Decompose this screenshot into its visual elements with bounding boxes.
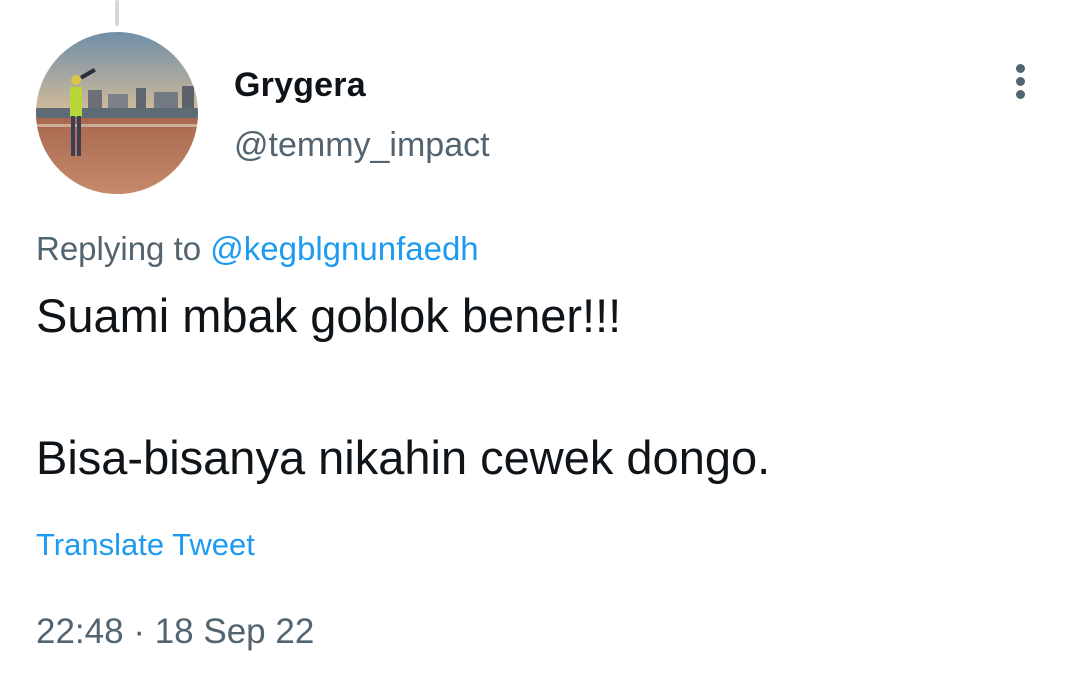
tweet-text-paragraph: Bisa-bisanya nikahin cewek dongo.	[36, 431, 771, 484]
translate-tweet-link[interactable]: Translate Tweet	[36, 527, 255, 563]
replying-to-line: Replying to @kegblgnunfaedh	[36, 230, 479, 268]
author-handle[interactable]: @temmy_impact	[234, 126, 490, 165]
more-vertical-icon-dot	[1016, 77, 1025, 86]
avatar[interactable]	[36, 32, 198, 194]
replying-to-label: Replying to	[36, 230, 202, 267]
tweet-text: Suami mbak goblok bener!!! Bisa-bisanya …	[36, 286, 770, 488]
timestamp-separator: ·	[133, 612, 145, 651]
timestamp-date[interactable]: 18 Sep 22	[155, 612, 315, 651]
more-vertical-icon-dot	[1016, 90, 1025, 99]
more-vertical-icon-dot	[1016, 64, 1025, 73]
timestamp-time[interactable]: 22:48	[36, 612, 124, 651]
avatar-photo	[36, 32, 198, 194]
author-display-name[interactable]: Grygera	[234, 66, 366, 105]
tweet-timestamp[interactable]: 22:48 · 18 Sep 22	[36, 612, 314, 652]
tweet-text-paragraph: Suami mbak goblok bener!!!	[36, 289, 622, 342]
more-options-button[interactable]	[1006, 60, 1036, 104]
thread-connector-line	[115, 0, 119, 26]
replying-to-mention-link[interactable]: @kegblgnunfaedh	[210, 230, 478, 267]
